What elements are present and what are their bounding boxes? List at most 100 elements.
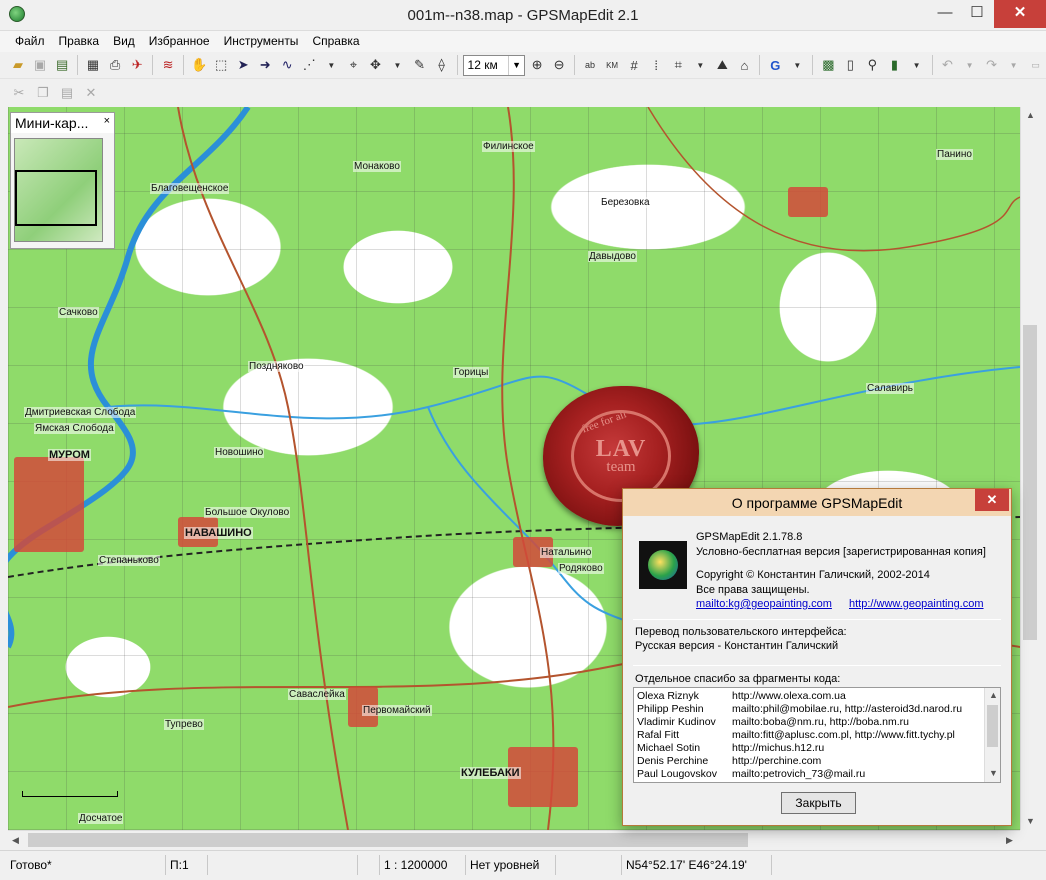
menu-help[interactable]: Справка bbox=[305, 31, 366, 52]
town-murom bbox=[14, 457, 84, 552]
grid-icon[interactable]: # bbox=[624, 54, 644, 76]
undo-icon[interactable]: ↶ bbox=[937, 54, 957, 76]
chevron-down-icon[interactable]: ▼ bbox=[508, 55, 524, 75]
nodes-icon[interactable]: ⋰ bbox=[299, 54, 319, 76]
select-object-icon[interactable]: ➜ bbox=[255, 54, 275, 76]
google-icon[interactable]: G bbox=[765, 54, 785, 76]
vertical-scrollbar[interactable]: ▲ ▼ bbox=[1020, 107, 1038, 830]
menu-tools[interactable]: Инструменты bbox=[217, 31, 306, 52]
dropdown-arrow-icon[interactable]: ▼ bbox=[1004, 54, 1024, 76]
scroll-up-icon[interactable]: ▲ bbox=[1026, 110, 1035, 120]
scroll-down-icon[interactable]: ▼ bbox=[1026, 816, 1035, 826]
credits-list[interactable]: Olexa Riznyk http://www.olexa.com.ua Phil… bbox=[633, 687, 1001, 783]
crosshair-icon[interactable]: ⌖ bbox=[343, 54, 363, 76]
town-small bbox=[788, 187, 828, 217]
select-arrow-icon[interactable]: ➤ bbox=[233, 54, 253, 76]
scroll-down-icon[interactable]: ▼ bbox=[989, 768, 998, 778]
scroll-left-icon[interactable]: ◀ bbox=[12, 835, 19, 846]
save-icon[interactable]: ▣ bbox=[30, 54, 50, 76]
print-icon[interactable]: ⎙ bbox=[105, 54, 125, 76]
gps-icon[interactable]: ✈ bbox=[127, 54, 147, 76]
credits-scroll-thumb[interactable] bbox=[987, 705, 998, 747]
close-dialog-button[interactable]: Закрыть bbox=[781, 792, 856, 814]
scale-select[interactable]: 12 км ▼ bbox=[462, 54, 526, 76]
dropdown-arrow-icon[interactable]: ▼ bbox=[690, 54, 710, 76]
hand-pan-icon[interactable]: ✋ bbox=[189, 54, 209, 76]
menu-favorites[interactable]: Избранное bbox=[142, 31, 217, 52]
list-item: Philipp Peshin mailto:phil@mobilae.ru, ht… bbox=[637, 703, 963, 715]
menu-view[interactable]: Вид bbox=[106, 31, 142, 52]
toolbar-separator bbox=[456, 55, 458, 75]
add-file-icon[interactable]: ▤ bbox=[52, 54, 72, 76]
measure-icon[interactable]: ⟠ bbox=[432, 54, 452, 76]
mountain-icon[interactable]: ⛰ bbox=[712, 54, 732, 76]
redo-icon[interactable]: ↷ bbox=[982, 54, 1002, 76]
map-label: Сачково bbox=[58, 307, 99, 318]
zoom-out-icon[interactable]: ⊖ bbox=[549, 54, 569, 76]
paste-icon[interactable]: ▤ bbox=[56, 82, 78, 104]
copyright-text: Copyright © Константин Галичский, 2002-2… bbox=[696, 569, 930, 581]
toolbar-separator bbox=[77, 55, 79, 75]
dropdown-arrow-icon[interactable]: ▼ bbox=[907, 54, 927, 76]
properties-icon[interactable]: ▦ bbox=[83, 54, 103, 76]
map-label: Натальино bbox=[540, 547, 593, 558]
map-label: МУРОМ bbox=[48, 449, 91, 461]
dropdown-arrow-icon[interactable]: ▼ bbox=[787, 54, 807, 76]
overflow-icon[interactable]: ▭ bbox=[1026, 54, 1046, 76]
attach-icon[interactable]: ⚲ bbox=[862, 54, 882, 76]
map-label: Филинское bbox=[482, 141, 535, 152]
km-grid-icon[interactable]: KM bbox=[602, 54, 622, 76]
scroll-right-icon[interactable]: ▶ bbox=[1006, 835, 1013, 846]
close-window-button[interactable]: ✕ bbox=[994, 0, 1046, 28]
minimap-close-button[interactable]: × bbox=[104, 115, 110, 127]
email-link[interactable]: mailto:kg@geopainting.com bbox=[696, 598, 832, 610]
zoom-in-icon[interactable]: ⊕ bbox=[527, 54, 547, 76]
toolbar-separator bbox=[574, 55, 576, 75]
raster-icon[interactable]: ▩ bbox=[818, 54, 838, 76]
open-folder-icon[interactable]: ▰ bbox=[8, 54, 28, 76]
credits-scrollbar[interactable]: ▲ ▼ bbox=[984, 688, 1000, 782]
zoom-rect-icon[interactable]: ⬚ bbox=[211, 54, 231, 76]
dialog-close-button[interactable]: ✕ bbox=[975, 489, 1009, 511]
page-icon[interactable]: ▯ bbox=[840, 54, 860, 76]
move-icon[interactable]: ✥ bbox=[365, 54, 385, 76]
about-dialog: О программе GPSMapEdit ✕ GPSMapEdit 2.1.… bbox=[622, 488, 1012, 826]
vertical-scroll-thumb[interactable] bbox=[1023, 325, 1037, 640]
legend-icon[interactable]: ▮ bbox=[884, 54, 904, 76]
map-label: Березовка bbox=[600, 197, 651, 208]
dropdown-arrow-icon[interactable]: ▼ bbox=[960, 54, 980, 76]
list-item: Michael Sotin http://michus.h12.ru bbox=[637, 742, 825, 754]
menu-file[interactable]: Файл bbox=[8, 31, 52, 52]
minimap-view[interactable] bbox=[14, 138, 103, 242]
map-label: Благовещенское bbox=[150, 183, 230, 194]
map-label: Родяково bbox=[558, 563, 604, 574]
horizontal-scrollbar[interactable]: ◀ ▶ bbox=[8, 830, 1020, 848]
map-label: Новошино bbox=[214, 447, 265, 458]
map-label: Тупрево bbox=[164, 719, 204, 730]
polyline-icon[interactable]: ∿ bbox=[277, 54, 297, 76]
routing-icon[interactable]: ⌗ bbox=[668, 54, 688, 76]
status-levels: Нет уровней bbox=[466, 855, 556, 875]
website-link[interactable]: http://www.geopainting.com bbox=[849, 598, 984, 610]
window-title: 001m--n38.map - GPSMapEdit 2.1 bbox=[407, 7, 639, 24]
track-icon[interactable]: ≋ bbox=[158, 54, 178, 76]
divider bbox=[633, 665, 1001, 666]
buildings-icon[interactable]: ⌂ bbox=[734, 54, 754, 76]
minimize-button[interactable]: — bbox=[928, 0, 962, 28]
menu-edit[interactable]: Правка bbox=[52, 31, 107, 52]
maximize-button[interactable]: ☐ bbox=[960, 0, 994, 28]
dropdown-arrow-icon[interactable]: ▼ bbox=[321, 54, 341, 76]
map-label: Поздняково bbox=[248, 361, 305, 372]
copy-icon[interactable]: ❐ bbox=[32, 82, 54, 104]
labels-icon[interactable]: ab bbox=[580, 54, 600, 76]
brush-icon[interactable]: ✎ bbox=[410, 54, 430, 76]
scroll-up-icon[interactable]: ▲ bbox=[989, 690, 998, 700]
cut-icon[interactable]: ✂ bbox=[8, 82, 30, 104]
delete-icon[interactable]: ✕ bbox=[80, 82, 102, 104]
menu-bar: Файл Правка Вид Избранное Инструменты Сп… bbox=[0, 31, 1046, 52]
waypoints-icon[interactable]: ⁞ bbox=[646, 54, 666, 76]
horizontal-scroll-thumb[interactable] bbox=[28, 833, 748, 847]
map-label: Панино bbox=[936, 149, 973, 160]
minimap-viewport-rect[interactable] bbox=[15, 170, 97, 226]
dropdown-arrow-icon[interactable]: ▼ bbox=[387, 54, 407, 76]
